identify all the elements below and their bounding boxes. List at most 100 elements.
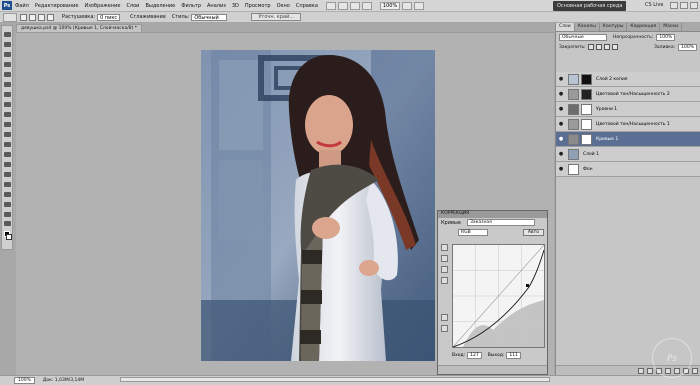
tool-preset-icon[interactable] bbox=[3, 12, 17, 22]
lock-transparency-icon[interactable] bbox=[587, 44, 594, 50]
lock-position-icon[interactable] bbox=[603, 44, 610, 50]
menu-filter[interactable]: Фильтр bbox=[181, 3, 201, 9]
new-selection-icon[interactable] bbox=[20, 13, 27, 21]
visibility-eye-icon[interactable]: ● bbox=[557, 76, 565, 82]
visibility-eye-icon[interactable]: ● bbox=[557, 121, 565, 127]
visibility-eye-icon[interactable]: ● bbox=[557, 166, 565, 172]
tab-paths[interactable]: Контуры bbox=[600, 23, 628, 31]
tab-adjustments[interactable]: Коррекция bbox=[627, 23, 661, 31]
history-brush-tool-icon[interactable] bbox=[4, 122, 11, 127]
clone-stamp-tool-icon[interactable] bbox=[4, 112, 11, 117]
status-zoom-field[interactable]: 100% bbox=[14, 377, 35, 384]
layer-row[interactable]: ● Фон bbox=[556, 162, 700, 177]
arrange-documents-icon[interactable] bbox=[402, 1, 413, 10]
zoom-tool-icon[interactable] bbox=[361, 1, 372, 10]
shape-tool-icon[interactable] bbox=[4, 202, 11, 207]
intersect-selection-icon[interactable] bbox=[47, 13, 54, 21]
menu-analysis[interactable]: Анализ bbox=[207, 3, 226, 9]
black-point-eyedropper-icon[interactable] bbox=[441, 255, 448, 262]
marquee-tool-icon[interactable] bbox=[4, 42, 11, 47]
hand-tool-icon[interactable] bbox=[4, 212, 11, 217]
input-field[interactable]: 127 bbox=[467, 351, 482, 359]
pen-tool-icon[interactable] bbox=[4, 172, 11, 177]
curves-graph[interactable] bbox=[452, 244, 545, 348]
refine-edge-button[interactable]: Уточн. край... bbox=[251, 13, 302, 21]
visibility-eye-icon[interactable]: ● bbox=[557, 151, 565, 157]
brush-tool-icon[interactable] bbox=[4, 102, 11, 107]
layer-row[interactable]: ● Слой 2 копия bbox=[556, 72, 700, 87]
crop-tool-icon[interactable] bbox=[4, 72, 11, 77]
fill-input[interactable]: 100% bbox=[678, 43, 697, 51]
eraser-tool-icon[interactable] bbox=[4, 132, 11, 137]
visibility-eye-icon[interactable]: ● bbox=[557, 106, 565, 112]
opacity-input[interactable]: 100% bbox=[656, 33, 676, 41]
move-tool-icon[interactable] bbox=[4, 32, 11, 37]
hand-tool-icon[interactable] bbox=[349, 1, 360, 10]
gray-point-eyedropper-icon[interactable] bbox=[441, 266, 448, 273]
zoom-tool-icon[interactable] bbox=[4, 221, 11, 226]
type-tool-icon[interactable] bbox=[4, 182, 11, 187]
dodge-tool-icon[interactable] bbox=[4, 162, 11, 167]
path-selection-tool-icon[interactable] bbox=[4, 192, 11, 197]
feather-input[interactable]: 0 пикс bbox=[97, 13, 121, 21]
tab-channels[interactable]: Каналы bbox=[575, 23, 600, 31]
channel-select[interactable]: RGB bbox=[458, 228, 488, 236]
curve-point[interactable] bbox=[526, 284, 529, 287]
layer-row[interactable]: ● Слой 1 bbox=[556, 147, 700, 162]
layer-row-selected[interactable]: ● Кривые 1 bbox=[556, 132, 700, 147]
document-tab[interactable]: девушка.psd @ 100% (Кривые 1, Слой-маска… bbox=[16, 24, 143, 32]
menu-window[interactable]: Окно bbox=[277, 3, 290, 9]
background-color-swatch[interactable] bbox=[6, 234, 12, 240]
auto-button[interactable]: Авто bbox=[522, 228, 544, 236]
lock-all-icon[interactable] bbox=[611, 44, 618, 50]
layer-row[interactable]: ● Цветовой тон/Насыщенность 1 bbox=[556, 117, 700, 132]
zoom-level-field[interactable]: 100% bbox=[379, 1, 401, 10]
style-select[interactable]: Обычный bbox=[191, 13, 228, 21]
screen-mode-icon[interactable] bbox=[414, 1, 425, 10]
curve-point-tool-icon[interactable] bbox=[441, 314, 448, 321]
eyedropper-tool-icon[interactable] bbox=[4, 82, 11, 87]
output-field[interactable]: 111 bbox=[506, 351, 522, 359]
close-icon[interactable] bbox=[690, 2, 698, 9]
preset-select[interactable]: Заказная bbox=[466, 219, 535, 226]
menu-file[interactable]: Файл bbox=[15, 3, 29, 9]
target-adjust-icon[interactable] bbox=[441, 244, 448, 251]
blend-mode-select[interactable]: Обычные bbox=[559, 33, 607, 41]
bridge-icon[interactable] bbox=[325, 1, 336, 10]
minimize-icon[interactable] bbox=[670, 2, 678, 9]
lock-pixels-icon[interactable] bbox=[595, 44, 602, 50]
visibility-eye-icon[interactable]: ● bbox=[557, 91, 565, 97]
pencil-curve-icon[interactable] bbox=[441, 325, 448, 332]
healing-brush-tool-icon[interactable] bbox=[4, 92, 11, 97]
subtract-selection-icon[interactable] bbox=[38, 13, 45, 21]
trash-icon[interactable] bbox=[692, 367, 698, 374]
document-info[interactable]: Док: 1,03М/3,14М bbox=[43, 378, 84, 383]
document-photo[interactable] bbox=[201, 50, 435, 361]
tab-masks[interactable]: Маски bbox=[660, 23, 682, 31]
horizontal-scrollbar[interactable] bbox=[120, 377, 550, 382]
blur-tool-icon[interactable] bbox=[4, 152, 11, 157]
menu-3d[interactable]: 3D bbox=[232, 3, 239, 9]
antialias-checkbox[interactable]: Сглаживание bbox=[130, 14, 166, 20]
quick-selection-tool-icon[interactable] bbox=[4, 62, 11, 67]
layer-style-icon[interactable] bbox=[647, 367, 653, 374]
layer-row[interactable]: ● Уровни 1 bbox=[556, 102, 700, 117]
menu-select[interactable]: Выделение bbox=[145, 3, 175, 9]
menu-edit[interactable]: Редактирование bbox=[35, 3, 79, 9]
layer-row[interactable]: ● Цветовой тон/Насыщенность 2 bbox=[556, 87, 700, 102]
cs-live-button[interactable]: CS Live bbox=[645, 2, 663, 8]
menu-layers[interactable]: Слои bbox=[126, 3, 139, 9]
gradient-tool-icon[interactable] bbox=[4, 142, 11, 147]
lasso-tool-icon[interactable] bbox=[4, 52, 11, 57]
tab-layers[interactable]: Слои bbox=[556, 23, 575, 31]
add-selection-icon[interactable] bbox=[29, 13, 36, 21]
workspace-button[interactable]: Основная рабочая среда bbox=[553, 1, 627, 11]
minibridge-icon[interactable] bbox=[337, 1, 348, 10]
maximize-icon[interactable] bbox=[680, 2, 688, 9]
link-layers-icon[interactable] bbox=[638, 367, 644, 374]
menu-help[interactable]: Справка bbox=[296, 3, 318, 9]
menu-image[interactable]: Изображение bbox=[84, 3, 120, 9]
visibility-eye-icon[interactable]: ● bbox=[557, 136, 565, 142]
menu-view[interactable]: Просмотр bbox=[245, 3, 271, 9]
white-point-eyedropper-icon[interactable] bbox=[441, 277, 448, 284]
